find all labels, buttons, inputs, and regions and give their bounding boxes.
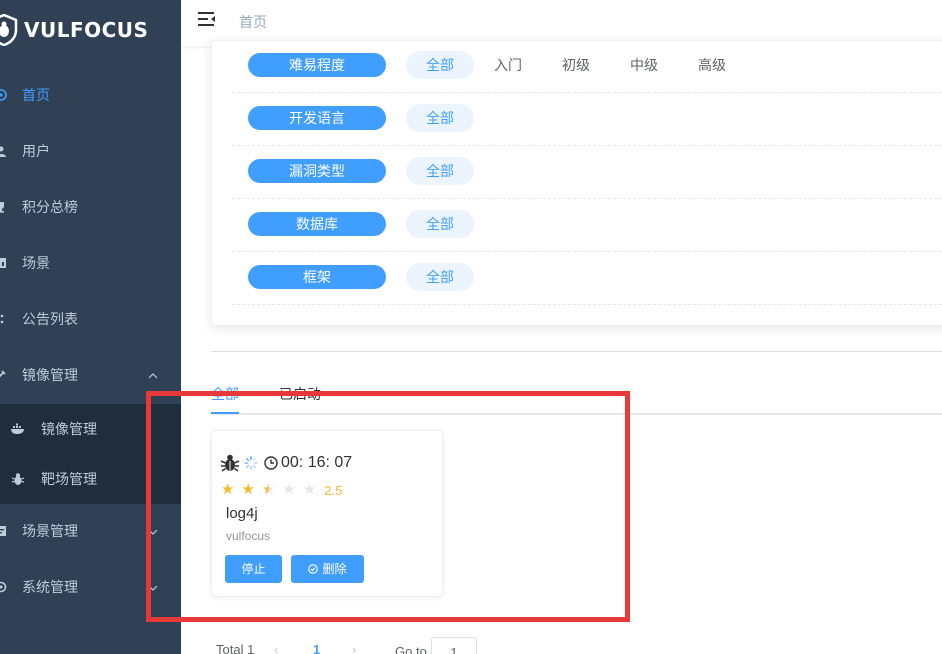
home-icon	[0, 89, 8, 101]
bug-icon	[9, 472, 27, 486]
filter-option[interactable]: 初级	[562, 51, 590, 79]
filter-label: 数据库	[248, 212, 386, 236]
filter-option-all[interactable]: 全部	[406, 263, 474, 291]
filter-label: 框架	[248, 265, 386, 289]
sidebar-item-label: 系统管理	[22, 579, 78, 595]
scene-icon	[0, 257, 8, 269]
brand-name: VULFOCUS	[24, 18, 149, 42]
shield-logo-icon	[0, 14, 18, 46]
sidebar-item-label: 场景	[22, 255, 50, 271]
sidebar-item-rank[interactable]: 积分总榜	[0, 179, 181, 235]
chevron-left-icon[interactable]: ‹	[274, 642, 278, 654]
chevron-up-icon	[148, 368, 158, 382]
filter-row-vuln-type: 漏洞类型 全部	[232, 146, 942, 199]
scene-manage-icon	[0, 525, 8, 537]
filter-option[interactable]: 中级	[630, 51, 658, 79]
sidebar-item-label: 公告列表	[22, 311, 78, 327]
divider	[211, 351, 942, 352]
pagination-page[interactable]: 1	[313, 642, 320, 654]
highlight-box	[146, 391, 630, 622]
sidebar-item-label: 用户	[22, 143, 50, 159]
chevron-right-icon[interactable]: ›	[352, 642, 356, 654]
sidebar-item-notice[interactable]: 公告列表	[0, 291, 181, 347]
sidebar-item-label: 场景管理	[22, 523, 78, 539]
filter-row-difficulty: 难易程度 全部 入门 初级 中级 高级	[232, 40, 942, 93]
filter-row-language: 开发语言 全部	[232, 93, 942, 146]
filter-option-all[interactable]: 全部	[406, 104, 474, 132]
filter-row-database: 数据库 全部	[232, 199, 942, 252]
subitem-label: 靶场管理	[41, 471, 97, 487]
pagination-goto-label: Go to	[395, 644, 427, 654]
notice-icon	[0, 313, 8, 325]
rank-icon	[0, 201, 8, 213]
user-icon	[0, 145, 8, 157]
filter-label: 开发语言	[248, 106, 386, 130]
sidebar-item-user[interactable]: 用户	[0, 123, 181, 179]
filter-row-framework: 框架 全部	[232, 252, 942, 305]
sidebar-item-label: 镜像管理	[22, 367, 78, 383]
sidebar-item-label: 首页	[22, 87, 50, 103]
filter-label: 漏洞类型	[248, 159, 386, 183]
docker-icon	[9, 423, 27, 435]
filter-option-all[interactable]: 全部	[406, 210, 474, 238]
filter-option[interactable]: 高级	[698, 51, 726, 79]
image-icon	[0, 369, 8, 381]
breadcrumb: 首页	[239, 14, 267, 30]
filter-label: 难易程度	[248, 53, 386, 77]
pagination-goto-input[interactable]: 1	[431, 637, 477, 654]
system-icon	[0, 581, 8, 593]
subitem-label: 镜像管理	[41, 421, 97, 437]
sidebar-item-label: 积分总榜	[22, 199, 78, 215]
filter-option-all[interactable]: 全部	[406, 51, 474, 79]
menu-fold-icon[interactable]	[198, 11, 216, 27]
sidebar-item-scene[interactable]: 场景	[0, 235, 181, 291]
filter-option[interactable]: 入门	[494, 51, 522, 79]
logo: VULFOCUS	[0, 10, 148, 50]
pagination-total: Total 1	[216, 642, 255, 654]
filter-option-all[interactable]: 全部	[406, 157, 474, 185]
sidebar-item-home[interactable]: 首页	[0, 67, 181, 123]
